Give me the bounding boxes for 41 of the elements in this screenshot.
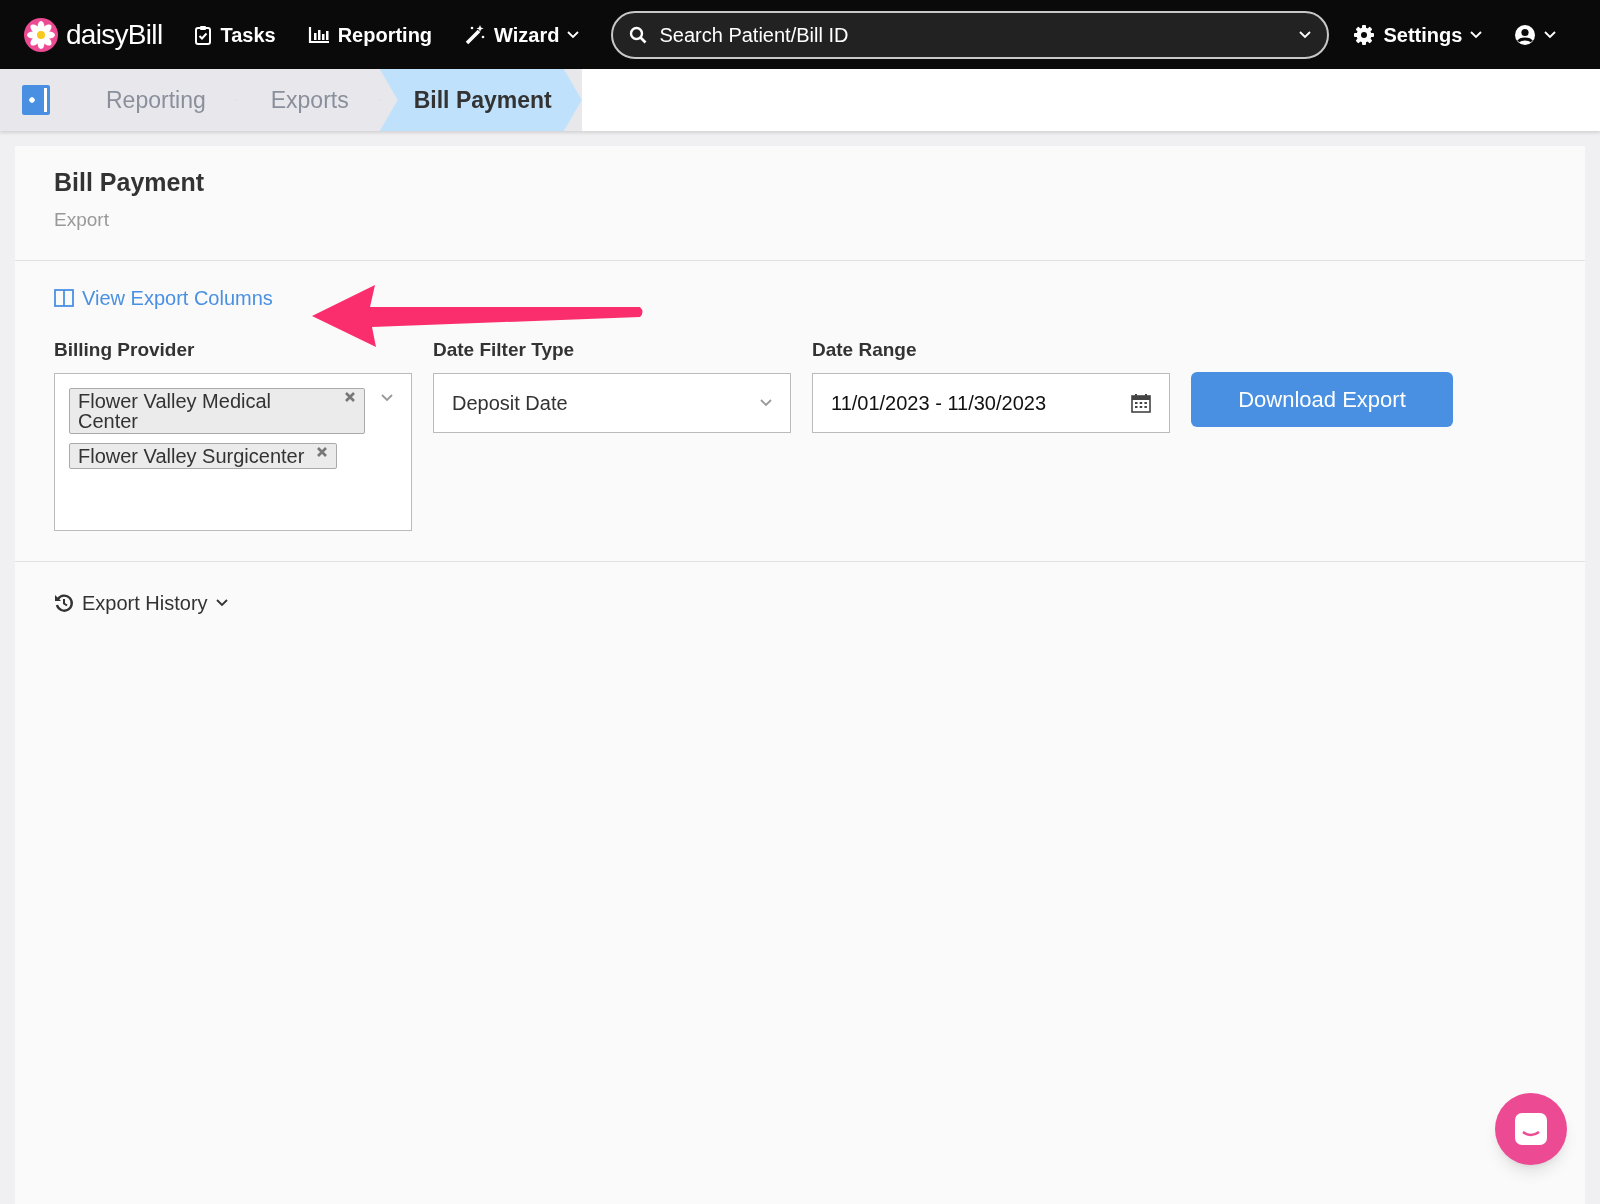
bar-chart-icon [307,25,330,44]
remove-tag-icon[interactable] [316,445,329,458]
remove-tag-icon[interactable] [344,390,356,403]
tag-label: Flower Valley Surgicenter [78,445,305,466]
date-range-field[interactable]: 11/01/2023 - 11/30/2023 [812,372,1170,433]
field-label: Billing Provider [54,338,196,362]
page-subtitle: Export [54,207,110,232]
settings-icon [1353,23,1376,46]
export-history-toggle[interactable]: Export History [54,587,228,618]
search-input[interactable]: Search Patient/Bill ID [659,19,1288,50]
calendar-icon [1131,392,1151,413]
chevron-down-icon [1299,30,1312,39]
search-icon [629,25,648,44]
breadcrumb-link[interactable]: Bill Payment [379,69,582,131]
field-label: Date Range [812,338,918,362]
flower-logo-icon [24,17,58,52]
chevron-down-icon [1544,30,1557,39]
magic-wand-icon [464,23,487,46]
chevron-down-icon [215,598,228,607]
clipboard-icon [194,24,213,45]
account-menu[interactable] [1514,23,1557,46]
nav-link[interactable]: Reporting [307,19,433,50]
nav-link[interactable]: Wizard [464,19,580,50]
page-title: Bill Payment [54,167,206,198]
columns-icon [54,289,74,307]
settings-menu[interactable]: Settings [1353,19,1483,50]
search-field[interactable]: Search Patient/Bill ID [611,10,1330,59]
field-label: Date Filter Type [433,338,576,362]
tag-label: Flower Valley Medical Center [78,390,273,431]
nav-link[interactable]: Tasks [194,19,276,50]
chevron-down-icon [381,393,393,402]
user-icon [1514,23,1537,46]
document-icon[interactable] [22,85,50,115]
brand-name[interactable]: daisyBill [66,13,163,56]
chevron-down-icon [1470,30,1483,39]
chevron-down-icon [567,30,580,39]
history-icon [54,592,74,613]
multi-select-field[interactable]: Flower Valley Medical Center Flower Valley Surgicenter [54,372,412,531]
chat-icon [1514,1112,1548,1146]
dropdown-field[interactable]: Deposit Date [433,372,791,433]
chevron-down-icon [760,398,772,407]
